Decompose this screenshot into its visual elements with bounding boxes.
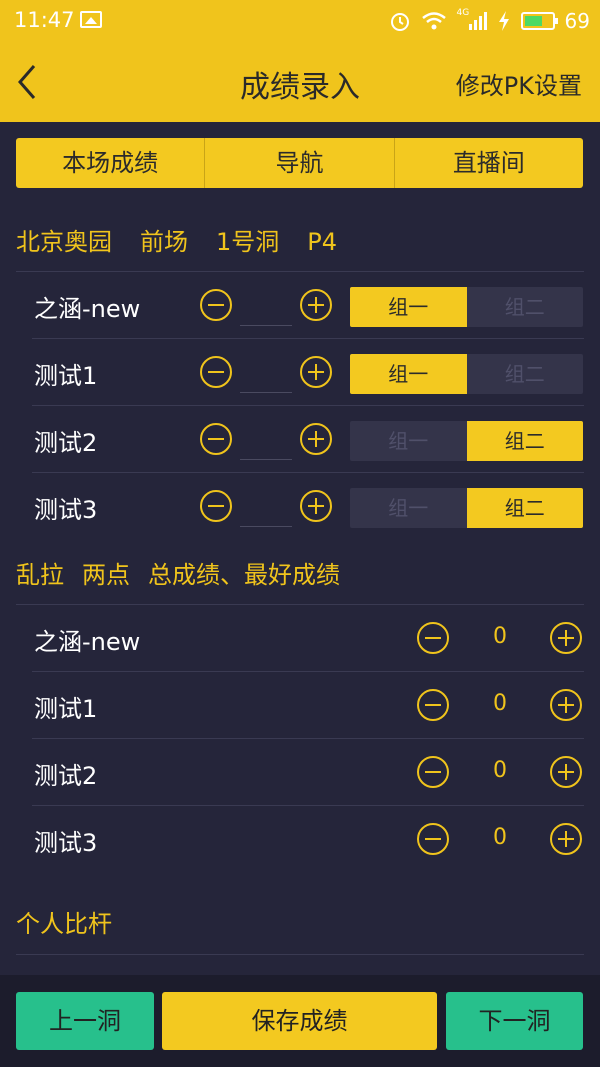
prev-hole-button[interactable]: 上一洞 (16, 992, 154, 1050)
status-bar: 11:47 4G 69 (0, 0, 600, 42)
course-name: 北京奥园 (16, 228, 112, 256)
player-row: 测试3 组一 组二 (32, 473, 584, 539)
score-input[interactable] (240, 435, 292, 460)
minus-icon[interactable] (417, 756, 449, 788)
tab-score[interactable]: 本场成绩 (16, 138, 206, 188)
save-score-button[interactable]: 保存成绩 (162, 992, 437, 1050)
minus-icon[interactable] (200, 490, 232, 522)
bottom-bar: 上一洞 保存成绩 下一洞 (0, 975, 600, 1067)
plus-icon[interactable] (300, 356, 332, 388)
signal-icon: 4G (457, 8, 487, 32)
course-hole: 1号洞 (216, 228, 280, 256)
tab-navigation[interactable]: 导航 (205, 138, 395, 188)
player-name: 测试1 (34, 695, 98, 723)
score-value: 0 (493, 758, 507, 783)
group-one-option[interactable]: 组一 (350, 354, 467, 394)
player-name: 测试1 (34, 362, 98, 390)
score-input[interactable] (240, 502, 292, 527)
player-name: 测试2 (34, 429, 98, 457)
player-name: 之涵-new (34, 628, 141, 656)
plus-icon[interactable] (300, 490, 332, 522)
app-header: 成绩录入 修改PK设置 (0, 42, 600, 122)
group-selector: 组一 组二 (350, 488, 583, 528)
plus-icon[interactable] (550, 756, 582, 788)
course-par: P4 (307, 228, 338, 256)
mode-points: 两点 (82, 561, 130, 589)
player-row: 之涵-new 组一 组二 (32, 272, 584, 339)
score-input[interactable] (240, 301, 292, 326)
plus-icon[interactable] (550, 689, 582, 721)
group-one-option[interactable]: 组一 (350, 421, 467, 461)
mode-info: 乱拉 两点 总成绩、最好成绩 (16, 555, 340, 590)
group-selector: 组一 组二 (350, 287, 583, 327)
minus-icon[interactable] (200, 423, 232, 455)
player-row: 测试2 组一 组二 (32, 406, 584, 473)
edit-pk-settings-button[interactable]: 修改PK设置 (456, 66, 582, 101)
group-one-option[interactable]: 组一 (350, 287, 467, 327)
group-selector: 组一 组二 (350, 354, 583, 394)
next-hole-button[interactable]: 下一洞 (446, 992, 583, 1050)
player-name: 之涵-new (34, 295, 141, 323)
course-info: 北京奥园 前场 1号洞 P4 (16, 222, 337, 257)
player-name: 测试2 (34, 762, 98, 790)
wifi-icon (421, 12, 446, 30)
status-time: 11:47 (14, 8, 75, 32)
status-icons: 4G 69 (389, 6, 590, 36)
battery-icon (520, 12, 558, 30)
mode-player-row: 测试3 0 (32, 806, 584, 872)
charging-icon (498, 11, 509, 31)
plus-icon[interactable] (550, 622, 582, 654)
mode-player-row: 之涵-new 0 (32, 605, 584, 672)
score-value: 0 (493, 825, 507, 850)
group-two-option[interactable]: 组二 (467, 354, 584, 394)
score-value: 0 (493, 624, 507, 649)
tab-bar: 本场成绩 导航 直播间 (16, 138, 583, 188)
group-two-option[interactable]: 组二 (466, 421, 583, 461)
player-row: 测试1 组一 组二 (32, 339, 584, 406)
image-icon (80, 11, 102, 28)
divider (16, 954, 584, 955)
group-selector: 组一 组二 (350, 421, 583, 461)
mode-name: 乱拉 (16, 561, 64, 589)
player-name: 测试3 (34, 829, 98, 857)
mode-player-row: 测试1 0 (32, 672, 584, 739)
group-two-option[interactable]: 组二 (467, 287, 584, 327)
score-value: 0 (493, 691, 507, 716)
battery-level (524, 16, 543, 26)
group-one-option[interactable]: 组一 (350, 488, 467, 528)
plus-icon[interactable] (300, 423, 332, 455)
minus-icon[interactable] (417, 622, 449, 654)
tab-live[interactable]: 直播间 (395, 138, 583, 188)
course-side: 前场 (140, 228, 188, 256)
battery-percent: 69 (564, 9, 590, 33)
plus-icon[interactable] (300, 289, 332, 321)
plus-icon[interactable] (550, 823, 582, 855)
mode-rules: 总成绩、最好成绩 (148, 561, 340, 589)
personal-section-title: 个人比杆 (16, 910, 112, 938)
mode-player-row: 测试2 0 (32, 739, 584, 806)
minus-icon[interactable] (417, 823, 449, 855)
group-two-option[interactable]: 组二 (466, 488, 583, 528)
score-input[interactable] (240, 368, 292, 393)
alarm-icon (390, 13, 409, 31)
player-name: 测试3 (34, 496, 98, 524)
minus-icon[interactable] (417, 689, 449, 721)
minus-icon[interactable] (200, 289, 232, 321)
minus-icon[interactable] (200, 356, 232, 388)
